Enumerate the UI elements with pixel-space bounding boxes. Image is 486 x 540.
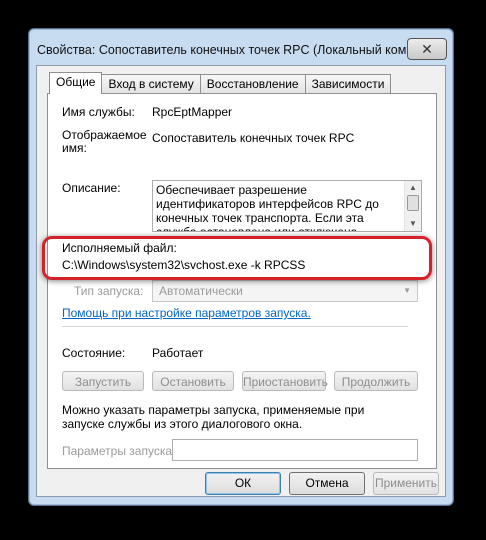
status-label: Состояние: — [62, 346, 126, 360]
start-params-note: Можно указать параметры запуска, применя… — [62, 403, 365, 431]
general-tab-panel: Имя службы: RpcEptMapper Отображаемое им… — [47, 93, 437, 469]
resume-button[interactable]: Продолжить — [334, 371, 418, 391]
executable-label: Исполняемый файл: — [62, 241, 177, 255]
display-name-label: Отображаемое имя: — [62, 128, 147, 155]
tab-general[interactable]: Общие — [49, 72, 103, 94]
dialog-body: Общие Вход в систему Восстановление Зави… — [36, 65, 446, 497]
startup-type-value: Автоматически — [159, 284, 243, 298]
separator — [62, 326, 408, 327]
status-value: Работает — [152, 346, 204, 360]
close-button[interactable]: ✕ — [407, 38, 447, 60]
tab-strip: Общие Вход в систему Восстановление Зави… — [49, 72, 392, 94]
ok-button[interactable]: ОК — [205, 472, 281, 495]
description-label: Описание: — [62, 181, 121, 195]
description-box[interactable]: Обеспечивает разрешение идентификаторов … — [152, 180, 422, 232]
cancel-button[interactable]: Отмена — [289, 472, 365, 495]
tab-dependencies[interactable]: Зависимости — [304, 74, 392, 94]
pause-button[interactable]: Приостановить — [242, 371, 328, 391]
window-title: Свойства: Сопоставитель конечных точек R… — [37, 43, 409, 57]
service-name-label: Имя службы: — [62, 105, 135, 119]
startup-type-select[interactable]: Автоматически ▼ — [152, 280, 418, 302]
service-name-value: RpcEptMapper — [152, 105, 233, 119]
startup-help-link[interactable]: Помощь при настройке параметров запуска. — [62, 306, 311, 320]
tab-logon[interactable]: Вход в систему — [101, 74, 201, 94]
apply-button[interactable]: Применить — [373, 472, 439, 495]
start-params-input[interactable] — [172, 439, 418, 461]
scroll-down-arrow-icon[interactable]: ▼ — [405, 217, 421, 231]
display-name-value: Сопоставитель конечных точек RPC — [152, 131, 355, 145]
start-params-label: Параметры запуска: — [62, 444, 176, 458]
executable-path: C:\Windows\system32\svchost.exe -k RPCSS — [62, 258, 306, 272]
scroll-up-arrow-icon[interactable]: ▲ — [405, 181, 421, 195]
start-button[interactable]: Запустить — [62, 371, 144, 391]
description-scrollbar[interactable]: ▲ ▼ — [404, 181, 421, 231]
description-text: Обеспечивает разрешение идентификаторов … — [156, 183, 379, 232]
scroll-thumb[interactable] — [407, 195, 419, 211]
chevron-down-icon: ▼ — [403, 286, 411, 295]
tab-recovery[interactable]: Восстановление — [199, 74, 306, 94]
close-icon: ✕ — [421, 40, 433, 57]
service-properties-window: Свойства: Сопоставитель конечных точек R… — [28, 28, 454, 506]
startup-type-label: Тип запуска: — [74, 284, 144, 298]
stop-button[interactable]: Остановить — [152, 371, 234, 391]
